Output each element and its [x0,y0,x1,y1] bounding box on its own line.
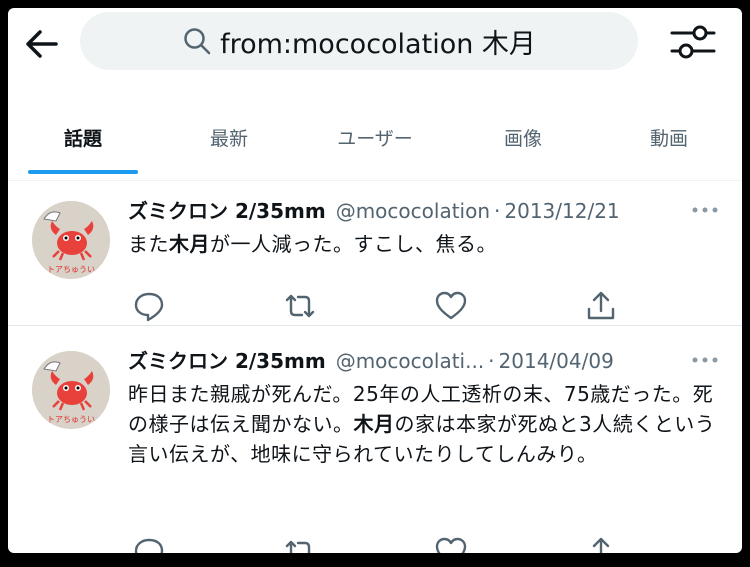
crab-icon: トアちゅうい [32,351,110,429]
more-options-icon[interactable] [690,355,720,365]
avatar[interactable]: トアちゅうい [32,351,110,429]
tweet-actions [128,289,628,325]
tweet-text-part: が一人減った。すこし、焦る。 [210,232,497,256]
tab-label: 動画 [649,127,688,150]
tweet-content: ズミクロン 2/35mm @mococolation · 2013/12/21 … [128,195,724,322]
tweet-text: また木月が一人減った。すこし、焦る。 [128,229,724,259]
search-query[interactable]: from:mococolation 木月 [220,22,536,61]
tweet-header: ズミクロン 2/35mm @mococolati... · 2014/04/09 [128,345,724,379]
tab-label: 画像 [503,127,542,150]
user-handle[interactable]: @mococolation [336,199,490,223]
search-header: from:mococolation 木月 [8,8,742,86]
tweet-text-part: また [128,232,169,256]
like-heart-icon[interactable] [434,289,468,323]
active-tab-indicator [28,170,138,174]
highlighted-keyword: 木月 [169,232,210,256]
retweet-icon[interactable] [283,289,317,323]
back-arrow-icon[interactable] [22,24,62,64]
user-handle[interactable]: @mococolati... [336,349,484,373]
tab-videos[interactable]: 動画 [596,96,742,178]
reply-icon[interactable] [132,535,166,553]
tab-photos[interactable]: 画像 [450,96,596,178]
separator-dot: · [488,349,495,373]
tab-latest[interactable]: 最新 [158,96,300,178]
more-options-icon[interactable] [690,205,720,215]
share-icon[interactable] [584,289,618,323]
search-tabs: 話題 最新 ユーザー 画像 動画 [8,96,742,178]
tweet[interactable]: トアちゅうい ズミクロン 2/35mm @mococolati... · 201… [8,327,742,553]
avatar-label: トアちゅうい [47,415,95,424]
tweet-date[interactable]: 2013/12/21 [504,199,619,223]
tweet-text: 昨日また親戚が死んだ。25年の人工透析の末、75歳だった。死の様子は伝え聞かない… [128,379,724,469]
tab-label: 話題 [63,127,102,150]
highlighted-keyword: 木月 [353,412,395,436]
tab-label: 最新 [209,127,248,150]
crab-icon: トアちゅうい [32,201,110,279]
tweet-actions [128,535,628,553]
tweet-header: ズミクロン 2/35mm @mococolation · 2013/12/21 [128,195,724,229]
tweet-content: ズミクロン 2/35mm @mococolati... · 2014/04/09… [128,345,724,553]
reply-icon[interactable] [132,289,166,323]
separator-dot: · [494,199,501,223]
like-heart-icon[interactable] [434,535,468,553]
avatar-label: トアちゅうい [47,265,95,274]
tab-top[interactable]: 話題 [8,96,158,178]
retweet-icon[interactable] [283,535,317,553]
search-input[interactable]: from:mococolation 木月 [80,12,638,70]
share-icon[interactable] [584,535,618,553]
tweet[interactable]: トアちゅうい ズミクロン 2/35mm @mococolation · 2013… [8,181,742,326]
app-frame: from:mococolation 木月 話題 最新 ユーザー 画像 動画 トア… [8,8,742,553]
avatar[interactable]: トアちゅうい [32,201,110,279]
tab-label: ユーザー [337,127,413,150]
tab-people[interactable]: ユーザー [300,96,450,178]
tweet-date[interactable]: 2014/04/09 [499,349,614,373]
display-name[interactable]: ズミクロン 2/35mm [128,195,326,224]
search-icon [184,28,211,55]
search-settings-icon[interactable] [668,20,718,64]
display-name[interactable]: ズミクロン 2/35mm [128,345,326,374]
